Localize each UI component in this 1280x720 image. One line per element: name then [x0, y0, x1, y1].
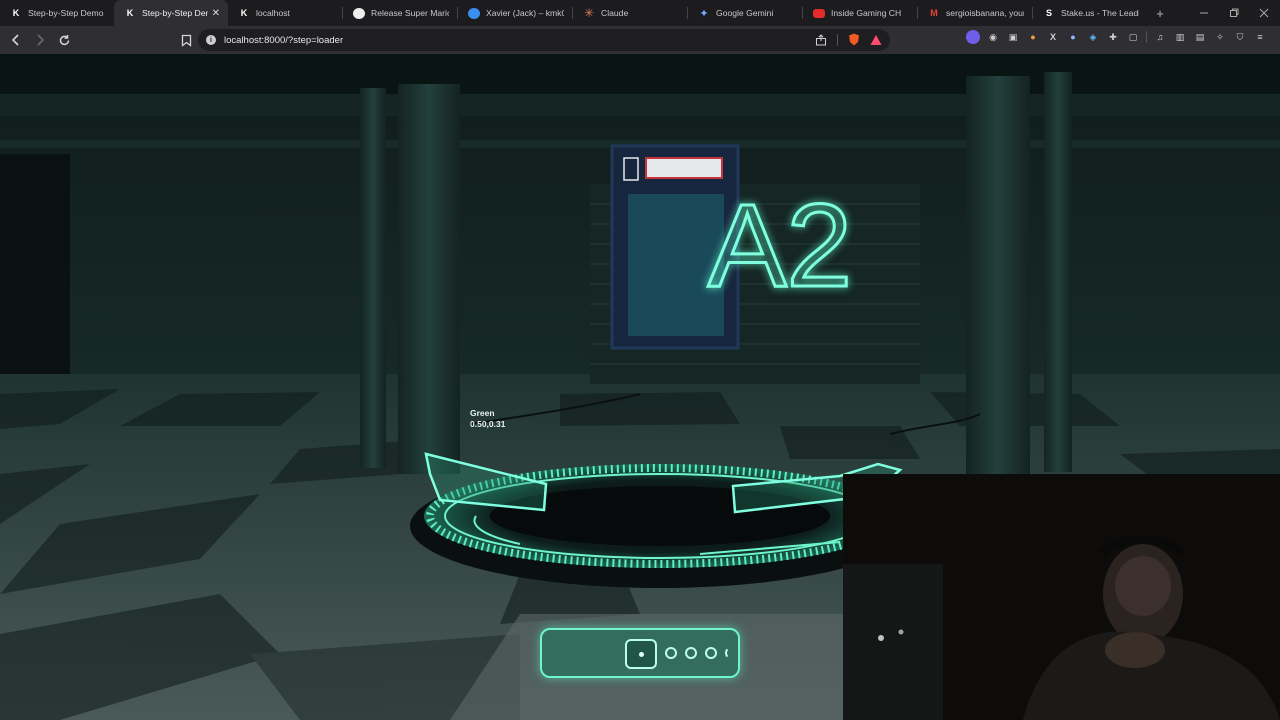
tab-6[interactable]: ✦ Google Gemini: [688, 0, 802, 26]
webcam-overlay: [843, 474, 1280, 720]
app-logo-icon: K: [240, 8, 248, 18]
neon-sign: A2: [706, 179, 853, 314]
room-light: [898, 629, 904, 635]
person-hands: [1105, 632, 1165, 668]
extension-icon-5[interactable]: ●: [1066, 30, 1080, 44]
chevron-right-icon: [37, 34, 45, 46]
extension-icon-1[interactable]: [966, 30, 980, 44]
github-icon: [353, 7, 365, 19]
divider: [1146, 31, 1147, 43]
new-tab-button[interactable]: +: [1147, 0, 1173, 26]
maximize-button[interactable]: [1218, 0, 1250, 26]
wallet-icon[interactable]: ▤: [1193, 30, 1207, 44]
loader-progress: [540, 628, 740, 678]
tab-label: Xavier (Jack) – kmk0 –: [486, 8, 564, 18]
share-icon[interactable]: [815, 33, 827, 46]
menu-icon[interactable]: ≡: [1253, 30, 1267, 44]
coordinate-value: 0.50,0.31: [470, 419, 506, 429]
tab-label: sergioisbanana, your p: [946, 8, 1024, 18]
door-nameplate: [645, 157, 723, 179]
app-logo-icon: K: [126, 8, 134, 18]
ceiling-beam: [0, 94, 1280, 116]
brave-shields-icon[interactable]: [848, 33, 860, 46]
sidebar-icon[interactable]: ▥: [1173, 30, 1187, 44]
extensions-bar: ◉ ▣ ● X ● ◈ ✚ ▢ ♫ ▥ ▤ ✧ ⛉ ≡: [966, 30, 1267, 44]
tab-label: Stake.us - The Leading: [1061, 8, 1139, 18]
coordinate-readout: Green 0.50,0.31: [470, 408, 505, 430]
tab-strip: K Step-by-Step Demo to K Step-by-Step De…: [0, 0, 1280, 26]
reload-icon: [59, 34, 69, 45]
claude-icon: ✳: [583, 6, 595, 20]
progress-step: [665, 647, 677, 659]
brave-rewards-icon[interactable]: [870, 34, 882, 46]
stake-icon: S: [1045, 8, 1052, 18]
extension-icon-2[interactable]: ▣: [1006, 30, 1020, 44]
audio-icon[interactable]: ◉: [986, 30, 1000, 44]
tab-7[interactable]: Inside Gaming CH: [803, 0, 917, 26]
minimize-button[interactable]: [1188, 0, 1220, 26]
close-window-button[interactable]: [1248, 0, 1280, 26]
pillar: [360, 88, 386, 468]
tab-label: Step-by-Step Demo: [142, 8, 208, 18]
left-alcove: [0, 154, 70, 384]
extension-icon-4[interactable]: X: [1046, 30, 1060, 44]
tab-8[interactable]: M sergioisbanana, your p: [918, 0, 1032, 26]
progress-step-active: [625, 639, 657, 669]
reload-button[interactable]: [54, 30, 74, 50]
leo-ai-icon[interactable]: ✧: [1213, 30, 1227, 44]
neon-sign-text: A2: [708, 180, 852, 312]
tab-label: Release Super Mario 6: [371, 8, 449, 18]
address-bar-actions: [815, 33, 882, 46]
tab-label: Step-by-Step Demo to: [28, 8, 106, 18]
forward-button[interactable]: [30, 30, 50, 50]
pillar: [398, 84, 460, 474]
extension-icon-3[interactable]: ●: [1026, 30, 1040, 44]
gmail-icon: M: [930, 8, 938, 18]
close-icon: [1259, 8, 1269, 18]
address-bar[interactable]: i localhost:8000/?step=loader: [198, 29, 890, 51]
tab-1[interactable]: K Step-by-Step Demo ✕: [114, 0, 228, 26]
globe-icon: [468, 7, 480, 19]
tab-label: Google Gemini: [716, 8, 774, 18]
room-light: [878, 635, 884, 641]
bookmark-icon: [181, 34, 191, 47]
page-viewport[interactable]: A2 Green 0.50,0.31: [0, 54, 1280, 720]
url-text[interactable]: localhost:8000/?step=loader: [224, 35, 343, 46]
tab-4[interactable]: Xavier (Jack) – kmk0 –: [458, 0, 572, 26]
ceiling: [0, 54, 1280, 94]
tab-3[interactable]: Release Super Mario 6: [343, 0, 457, 26]
tab-0[interactable]: K Step-by-Step Demo to: [0, 0, 114, 26]
gemini-icon: ✦: [699, 7, 709, 20]
pillar: [1044, 72, 1072, 472]
extensions-puzzle-icon[interactable]: ✚: [1106, 30, 1120, 44]
tab-9[interactable]: S Stake.us - The Leading: [1033, 0, 1147, 26]
tab-label: Inside Gaming CH: [831, 8, 902, 18]
tab-5[interactable]: ✳ Claude: [573, 0, 687, 26]
tab-2[interactable]: K localhost: [228, 0, 342, 26]
vpn-shield-icon[interactable]: ⛉: [1233, 30, 1247, 44]
coordinate-title: Green: [470, 408, 495, 418]
extension-icon-6[interactable]: ◈: [1086, 30, 1100, 44]
tab-label: localhost: [256, 8, 290, 18]
progress-step: [705, 647, 717, 659]
room-shelf: [843, 564, 943, 720]
youtube-icon: [813, 8, 825, 18]
divider: [837, 33, 838, 46]
restore-icon: [1230, 8, 1239, 17]
chevron-left-icon: [11, 34, 19, 46]
screenshot-icon[interactable]: ▢: [1126, 30, 1140, 44]
webcam-feed: [843, 474, 1280, 720]
person-face: [1115, 556, 1171, 616]
app-logo-icon: K: [12, 8, 20, 18]
site-info-icon[interactable]: i: [206, 35, 216, 45]
tab-label: Claude: [601, 8, 629, 18]
music-icon[interactable]: ♫: [1153, 30, 1167, 44]
bookmark-button[interactable]: [176, 30, 196, 50]
back-button[interactable]: [6, 30, 26, 50]
minimize-icon: [1200, 12, 1208, 14]
browser-toolbar: i localhost:8000/?step=loader ◉ ▣ ● X ● …: [0, 26, 1280, 54]
close-tab-icon[interactable]: ✕: [212, 8, 220, 19]
progress-step: [685, 647, 697, 659]
progress-step: [725, 647, 737, 659]
